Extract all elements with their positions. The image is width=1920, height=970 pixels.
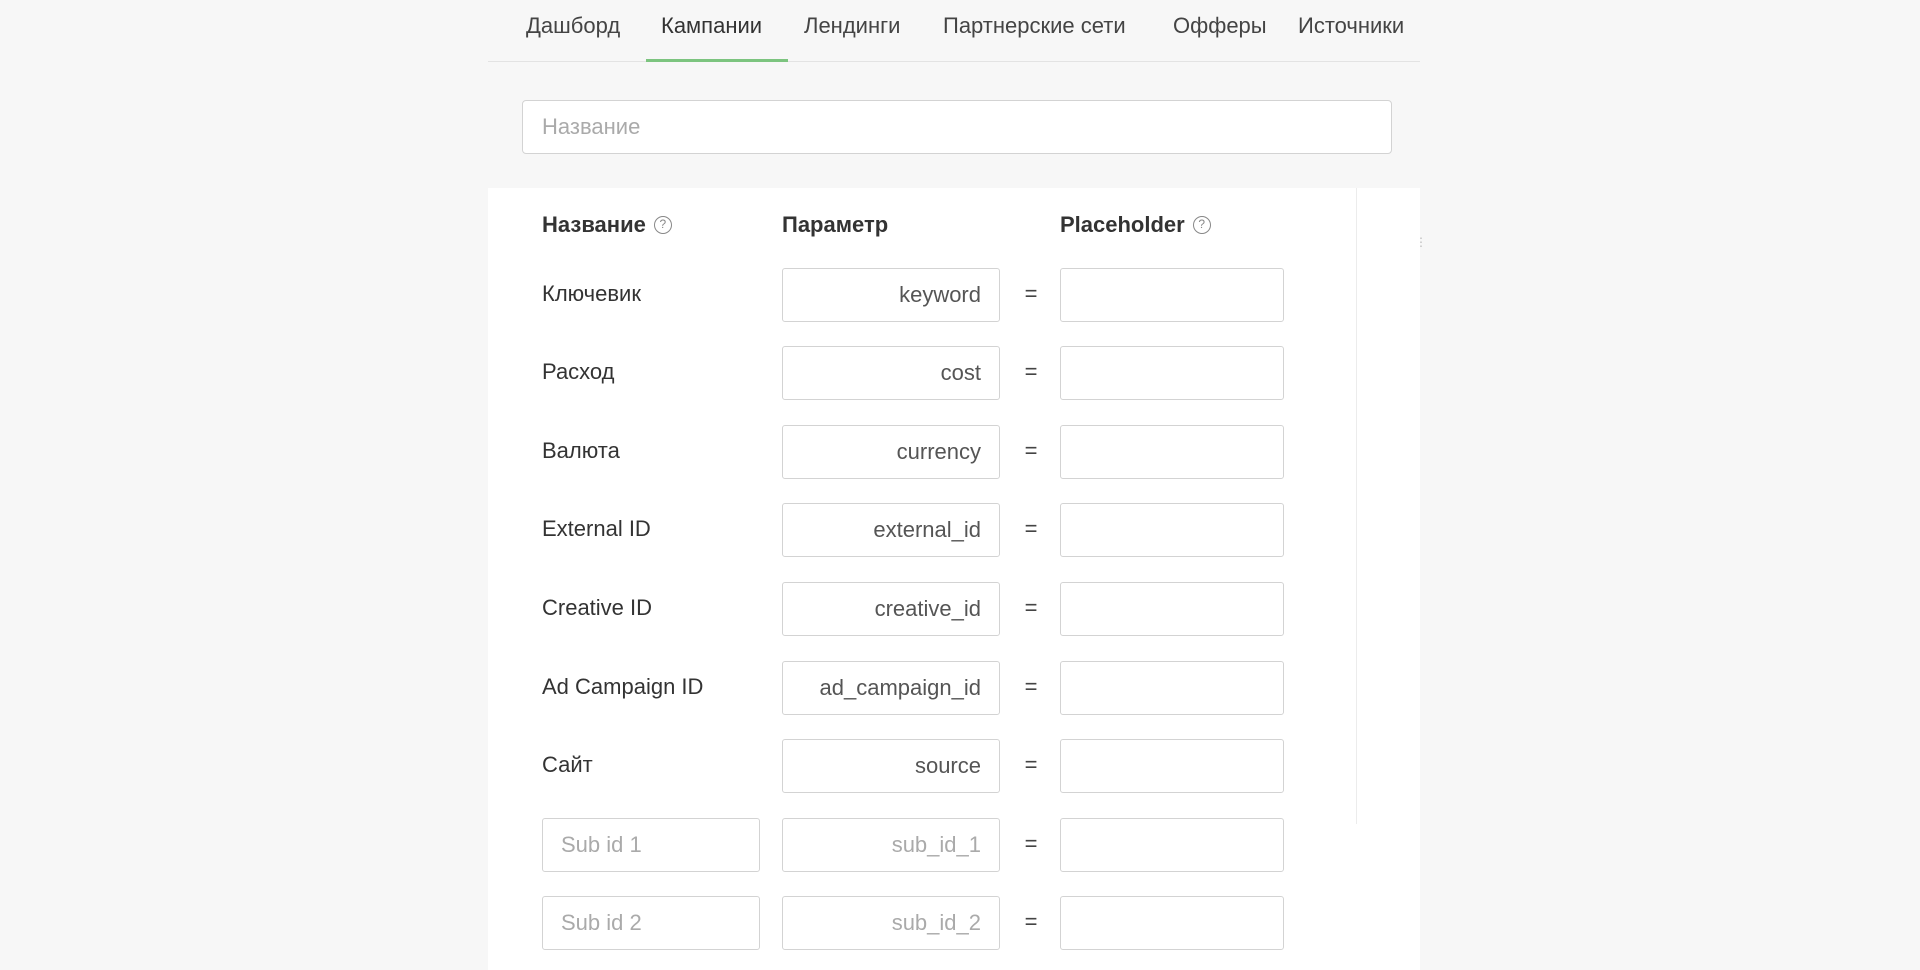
tab-campaigns[interactable]: Кампании: [661, 13, 762, 39]
equals-sign: =: [1024, 752, 1038, 777]
param-input[interactable]: [782, 268, 1000, 322]
param-input[interactable]: [782, 661, 1000, 715]
row-name-label: Creative ID: [542, 595, 653, 620]
tab-dashboard[interactable]: Дашборд: [526, 13, 620, 39]
tab-affiliate-networks[interactable]: Партнерские сети: [943, 13, 1126, 39]
sub-id-param-input[interactable]: [782, 818, 1000, 872]
sub-id-name-input[interactable]: [542, 896, 760, 950]
tab-landings[interactable]: Лендинги: [804, 13, 900, 39]
header-name-label: Название: [542, 212, 646, 237]
card-divider: [1356, 188, 1357, 824]
top-nav-tabs: Дашборд Кампании Лендинги Партнерские се…: [488, 0, 1420, 62]
row-name-label: Расход: [542, 359, 615, 384]
param-input[interactable]: [782, 739, 1000, 793]
active-tab-indicator: [646, 59, 788, 62]
equals-sign: =: [1024, 909, 1038, 934]
header-param-label: Параметр: [782, 212, 889, 237]
sub-id-name-input[interactable]: [542, 818, 760, 872]
param-input[interactable]: [782, 503, 1000, 557]
equals-sign: =: [1024, 281, 1038, 306]
campaign-name-input[interactable]: [522, 100, 1392, 154]
question-circle-icon[interactable]: ?: [653, 216, 672, 234]
row-name-label: Ключевик: [542, 281, 641, 306]
header-name: Название ?: [542, 212, 672, 238]
tab-sources[interactable]: Источники: [1298, 13, 1404, 39]
campaign-editor: Дашборд Кампании Лендинги Партнерские се…: [488, 0, 1427, 970]
placeholder-input[interactable]: [1060, 503, 1284, 557]
row-name-label: External ID: [542, 516, 651, 541]
sub-id-param-input[interactable]: [782, 896, 1000, 950]
placeholder-input[interactable]: [1060, 268, 1284, 322]
header-placeholder: Placeholder ?: [1060, 212, 1211, 238]
equals-sign: =: [1024, 438, 1038, 463]
equals-sign: =: [1024, 831, 1038, 856]
drag-handle-icon[interactable]: ⋮: [1415, 236, 1427, 248]
placeholder-input[interactable]: [1060, 661, 1284, 715]
question-circle-icon[interactable]: ?: [1192, 216, 1211, 234]
equals-sign: =: [1024, 516, 1038, 541]
placeholder-input[interactable]: [1060, 739, 1284, 793]
placeholder-input[interactable]: [1060, 582, 1284, 636]
header-placeholder-label: Placeholder: [1060, 212, 1185, 237]
placeholder-input[interactable]: [1060, 346, 1284, 400]
row-name-label: Валюта: [542, 438, 620, 463]
param-input[interactable]: [782, 346, 1000, 400]
tab-offers[interactable]: Офферы: [1173, 13, 1267, 39]
header-param: Параметр: [782, 212, 888, 238]
row-name-label: Ad Campaign ID: [542, 674, 704, 699]
equals-sign: =: [1024, 674, 1038, 699]
param-input[interactable]: [782, 425, 1000, 479]
placeholder-input[interactable]: [1060, 818, 1284, 872]
param-input[interactable]: [782, 582, 1000, 636]
equals-sign: =: [1024, 359, 1038, 384]
equals-sign: =: [1024, 595, 1038, 620]
row-name-label: Сайт: [542, 752, 593, 777]
parameters-card: ⋮ Название ? Параметр Placeholder ? Ключ…: [488, 188, 1427, 970]
placeholder-input[interactable]: [1060, 896, 1284, 950]
placeholder-input[interactable]: [1060, 425, 1284, 479]
